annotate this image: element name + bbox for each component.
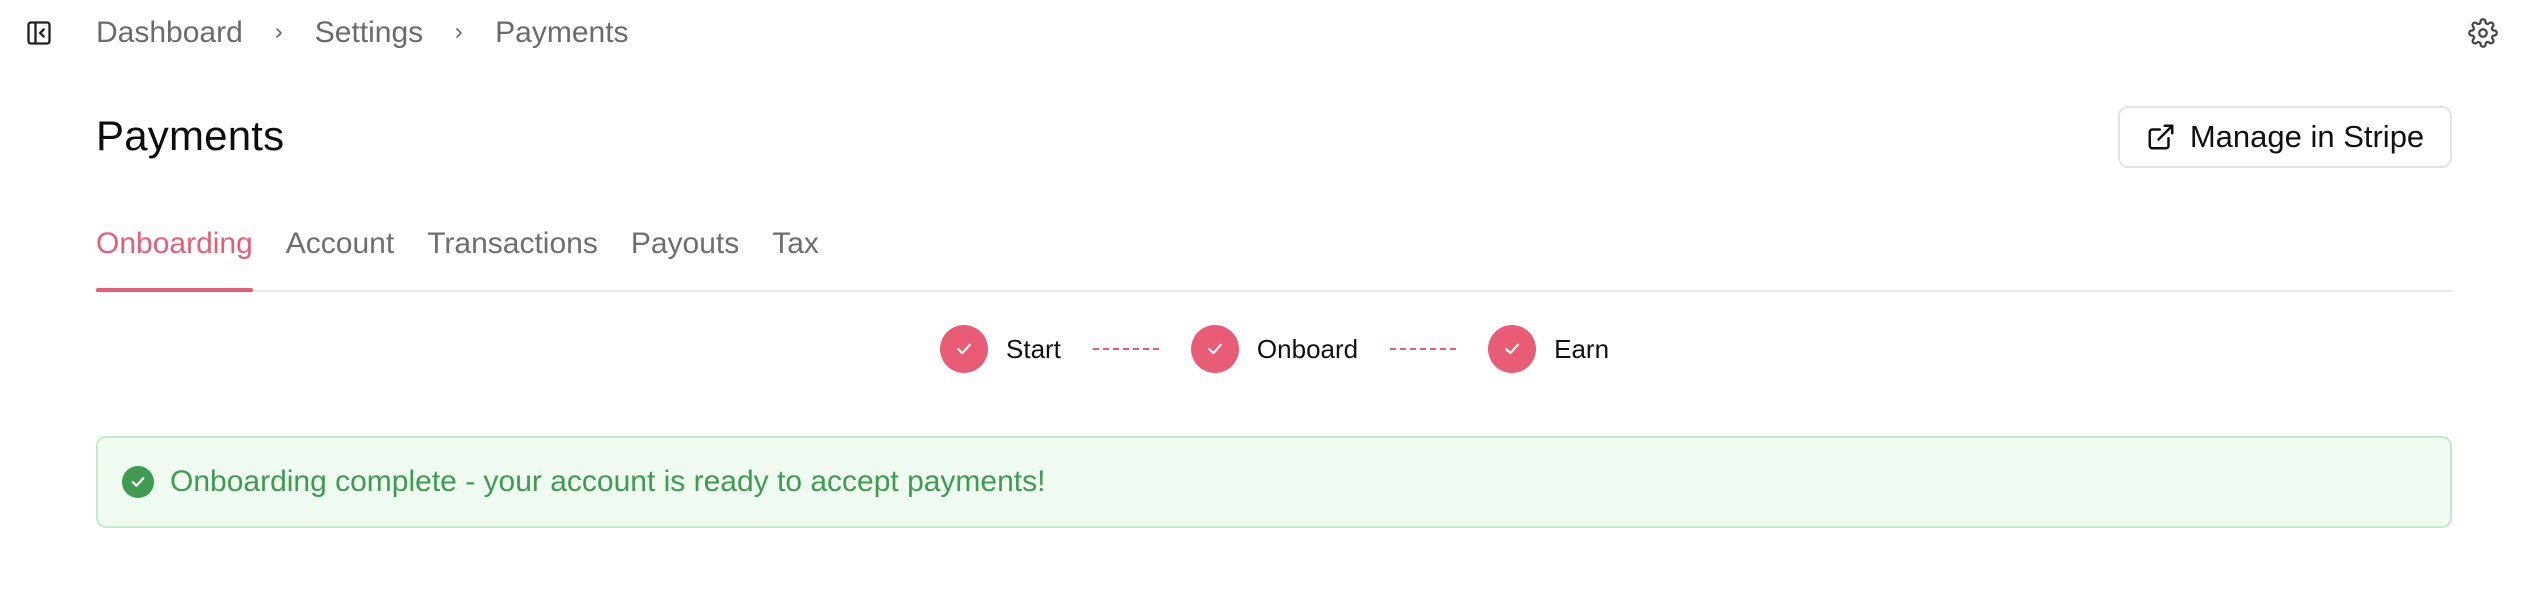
check-icon — [1505, 343, 1519, 355]
sidebar-toggle-button[interactable] — [24, 18, 54, 48]
manage-in-stripe-label: Manage in Stripe — [2189, 119, 2425, 154]
chevron-right-icon — [451, 25, 467, 41]
tab-bar: Onboarding Account Transactions Payouts … — [96, 218, 2452, 292]
onboarding-success-alert: Onboarding complete - your account is re… — [96, 436, 2452, 528]
breadcrumb: Dashboard Settings Payments — [96, 14, 629, 52]
tab-tax[interactable]: Tax — [772, 218, 819, 290]
breadcrumb-payments: Payments — [495, 16, 629, 49]
tab-payouts[interactable]: Payouts — [631, 218, 739, 290]
settings-button[interactable] — [2466, 16, 2500, 50]
step-earn: Earn — [1488, 325, 1609, 373]
check-circle-icon — [122, 466, 154, 498]
step-complete-indicator — [940, 325, 988, 373]
step-complete-indicator — [1190, 325, 1239, 373]
step-complete-indicator — [1488, 325, 1537, 373]
step-label: Earn — [1554, 333, 1610, 364]
tab-transactions[interactable]: Transactions — [427, 218, 598, 290]
step-onboard: Onboard — [1190, 325, 1359, 373]
step-connector — [1390, 348, 1457, 350]
external-link-icon — [2148, 124, 2174, 150]
onboarding-stepper: Start Onboard Earn — [940, 324, 1609, 374]
sidebar-collapse-icon — [27, 21, 51, 45]
step-connector — [1092, 348, 1159, 350]
tab-onboarding[interactable]: Onboarding — [96, 218, 253, 292]
step-start: Start — [940, 325, 1061, 373]
alert-message: Onboarding complete - your account is re… — [170, 465, 1046, 498]
chevron-right-icon — [271, 25, 287, 41]
manage-in-stripe-button[interactable]: Manage in Stripe — [2118, 106, 2452, 168]
check-icon — [957, 343, 971, 355]
page-title: Payments — [96, 112, 285, 159]
breadcrumb-dashboard[interactable]: Dashboard — [96, 16, 243, 50]
tab-account[interactable]: Account — [286, 218, 394, 290]
gear-icon — [2468, 18, 2498, 48]
step-label: Onboard — [1256, 333, 1359, 364]
check-icon — [1208, 343, 1222, 355]
breadcrumb-settings[interactable]: Settings — [315, 16, 423, 50]
top-bar: Dashboard Settings Payments — [0, 0, 2534, 66]
step-label: Start — [1006, 333, 1061, 364]
